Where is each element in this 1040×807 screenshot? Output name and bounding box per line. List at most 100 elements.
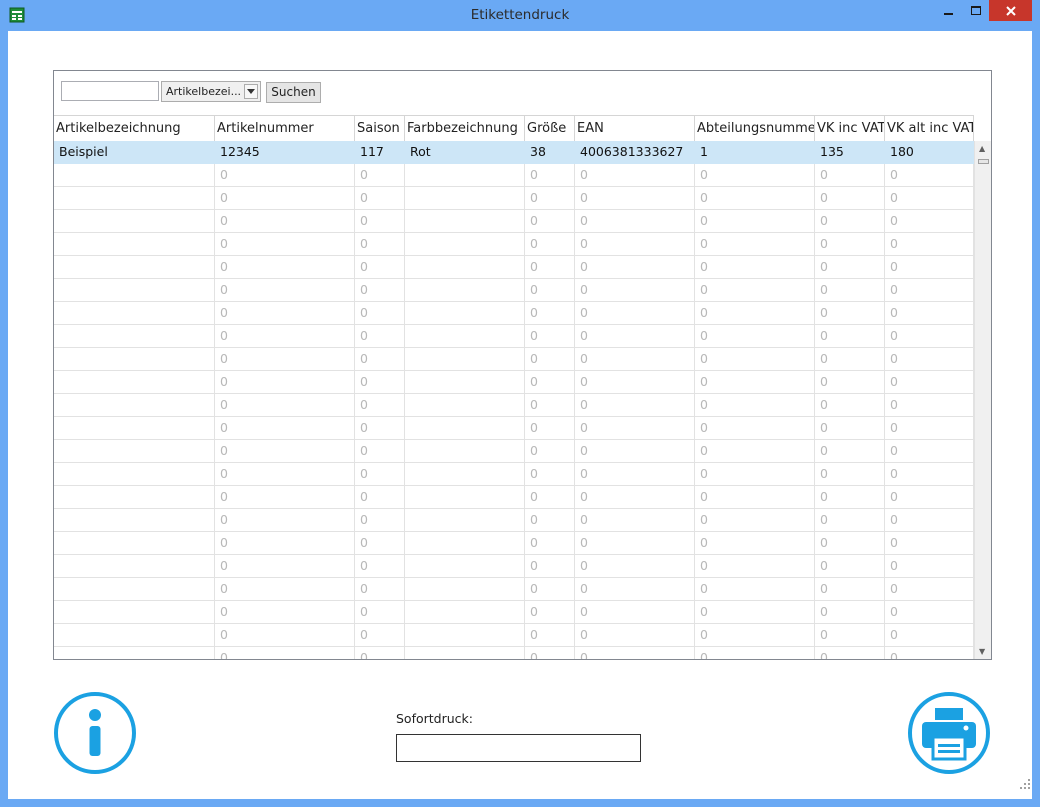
cell-groesse[interactable]: 0 xyxy=(525,164,575,187)
cell-ean[interactable]: 0 xyxy=(575,187,695,210)
cell-vk-alt-inc-vat[interactable]: 0 xyxy=(885,256,974,279)
cell-groesse[interactable]: 0 xyxy=(525,578,575,601)
cell-groesse[interactable]: 0 xyxy=(525,555,575,578)
cell-groesse[interactable]: 0 xyxy=(525,601,575,624)
cell-artikelnummer[interactable]: 0 xyxy=(215,532,355,555)
cell-artikelnummer[interactable]: 0 xyxy=(215,348,355,371)
cell-saison[interactable]: 117 xyxy=(355,141,405,164)
cell-vk-inc-vat[interactable]: 0 xyxy=(815,279,885,302)
cell-saison[interactable]: 0 xyxy=(355,325,405,348)
cell-vk-alt-inc-vat[interactable]: 0 xyxy=(885,371,974,394)
cell-artikelbezeichnung[interactable] xyxy=(54,555,215,578)
cell-vk-inc-vat[interactable]: 0 xyxy=(815,624,885,647)
table-row[interactable]: 0000000 xyxy=(54,325,974,348)
cell-saison[interactable]: 0 xyxy=(355,233,405,256)
cell-artikelbezeichnung[interactable] xyxy=(54,187,215,210)
cell-saison[interactable]: 0 xyxy=(355,279,405,302)
cell-artikelnummer[interactable]: 0 xyxy=(215,601,355,624)
cell-artikelnummer[interactable]: 0 xyxy=(215,417,355,440)
table-row[interactable]: Beispiel 12345 117 Rot 38 4006381333627 1 135 18… xyxy=(54,141,974,164)
cell-farbbezeichnung[interactable] xyxy=(405,440,525,463)
cell-artikelbezeichnung[interactable] xyxy=(54,486,215,509)
cell-ean[interactable]: 0 xyxy=(575,371,695,394)
table-row[interactable]: 0000000 xyxy=(54,578,974,601)
cell-vk-alt-inc-vat[interactable]: 0 xyxy=(885,325,974,348)
column-header-abteilungsnummer[interactable]: Abteilungsnummer xyxy=(695,116,815,141)
column-header-groesse[interactable]: Größe xyxy=(525,116,575,141)
cell-saison[interactable]: 0 xyxy=(355,578,405,601)
cell-farbbezeichnung[interactable] xyxy=(405,624,525,647)
cell-vk-inc-vat[interactable]: 0 xyxy=(815,532,885,555)
cell-vk-alt-inc-vat[interactable]: 0 xyxy=(885,394,974,417)
cell-vk-inc-vat[interactable]: 0 xyxy=(815,187,885,210)
cell-groesse[interactable]: 0 xyxy=(525,187,575,210)
cell-artikelbezeichnung[interactable] xyxy=(54,325,215,348)
cell-abteilungsnummer[interactable]: 0 xyxy=(695,394,815,417)
cell-ean[interactable]: 0 xyxy=(575,325,695,348)
cell-groesse[interactable]: 0 xyxy=(525,256,575,279)
cell-saison[interactable]: 0 xyxy=(355,647,405,659)
cell-artikelbezeichnung[interactable] xyxy=(54,509,215,532)
cell-farbbezeichnung[interactable] xyxy=(405,348,525,371)
cell-abteilungsnummer[interactable]: 0 xyxy=(695,164,815,187)
cell-abteilungsnummer[interactable]: 1 xyxy=(695,141,815,164)
cell-vk-alt-inc-vat[interactable]: 0 xyxy=(885,578,974,601)
cell-farbbezeichnung[interactable] xyxy=(405,417,525,440)
cell-saison[interactable]: 0 xyxy=(355,256,405,279)
column-header-saison[interactable]: Saison xyxy=(355,116,405,141)
cell-groesse[interactable]: 0 xyxy=(525,325,575,348)
cell-groesse[interactable]: 0 xyxy=(525,509,575,532)
cell-abteilungsnummer[interactable]: 0 xyxy=(695,601,815,624)
cell-groesse[interactable]: 38 xyxy=(525,141,575,164)
cell-artikelbezeichnung[interactable] xyxy=(54,394,215,417)
instant-print-input[interactable] xyxy=(396,734,641,762)
table-row[interactable]: 0000000 xyxy=(54,233,974,256)
cell-groesse[interactable]: 0 xyxy=(525,279,575,302)
cell-vk-inc-vat[interactable]: 0 xyxy=(815,486,885,509)
scroll-down-icon[interactable]: ▼ xyxy=(979,647,985,656)
resize-grip-icon[interactable] xyxy=(1020,779,1030,789)
cell-artikelbezeichnung[interactable] xyxy=(54,647,215,659)
close-button[interactable] xyxy=(989,0,1032,21)
cell-vk-alt-inc-vat[interactable]: 0 xyxy=(885,164,974,187)
table-row[interactable]: 0000000 xyxy=(54,532,974,555)
cell-vk-inc-vat[interactable]: 0 xyxy=(815,601,885,624)
cell-artikelnummer[interactable]: 0 xyxy=(215,164,355,187)
cell-artikelbezeichnung[interactable] xyxy=(54,440,215,463)
vertical-scrollbar[interactable]: ▲ ▼ xyxy=(974,141,991,659)
cell-artikelbezeichnung[interactable] xyxy=(54,624,215,647)
table-row[interactable]: 0000000 xyxy=(54,394,974,417)
cell-vk-alt-inc-vat[interactable]: 0 xyxy=(885,486,974,509)
cell-groesse[interactable]: 0 xyxy=(525,624,575,647)
cell-groesse[interactable]: 0 xyxy=(525,440,575,463)
cell-artikelnummer[interactable]: 0 xyxy=(215,302,355,325)
search-button[interactable]: Suchen xyxy=(266,82,321,103)
cell-vk-inc-vat[interactable]: 0 xyxy=(815,440,885,463)
cell-artikelnummer[interactable]: 12345 xyxy=(215,141,355,164)
cell-farbbezeichnung[interactable] xyxy=(405,532,525,555)
cell-artikelbezeichnung[interactable] xyxy=(54,578,215,601)
table-row[interactable]: 0000000 xyxy=(54,302,974,325)
cell-vk-inc-vat[interactable]: 0 xyxy=(815,647,885,659)
cell-artikelnummer[interactable]: 0 xyxy=(215,624,355,647)
cell-farbbezeichnung[interactable] xyxy=(405,647,525,659)
table-row[interactable]: 0000000 xyxy=(54,509,974,532)
table-row[interactable]: 0000000 xyxy=(54,463,974,486)
cell-ean[interactable]: 0 xyxy=(575,624,695,647)
table-row[interactable]: 0000000 xyxy=(54,164,974,187)
cell-artikelbezeichnung[interactable] xyxy=(54,348,215,371)
print-button[interactable] xyxy=(907,691,991,775)
cell-vk-inc-vat[interactable]: 0 xyxy=(815,325,885,348)
cell-artikelbezeichnung[interactable] xyxy=(54,233,215,256)
cell-farbbezeichnung[interactable] xyxy=(405,279,525,302)
cell-vk-alt-inc-vat[interactable]: 0 xyxy=(885,302,974,325)
table-row[interactable]: 0000000 xyxy=(54,371,974,394)
search-input[interactable] xyxy=(61,81,159,101)
cell-farbbezeichnung[interactable] xyxy=(405,394,525,417)
cell-saison[interactable]: 0 xyxy=(355,371,405,394)
table-row[interactable]: 0000000 xyxy=(54,417,974,440)
cell-ean[interactable]: 0 xyxy=(575,578,695,601)
cell-farbbezeichnung[interactable] xyxy=(405,601,525,624)
cell-artikelnummer[interactable]: 0 xyxy=(215,578,355,601)
cell-abteilungsnummer[interactable]: 0 xyxy=(695,233,815,256)
